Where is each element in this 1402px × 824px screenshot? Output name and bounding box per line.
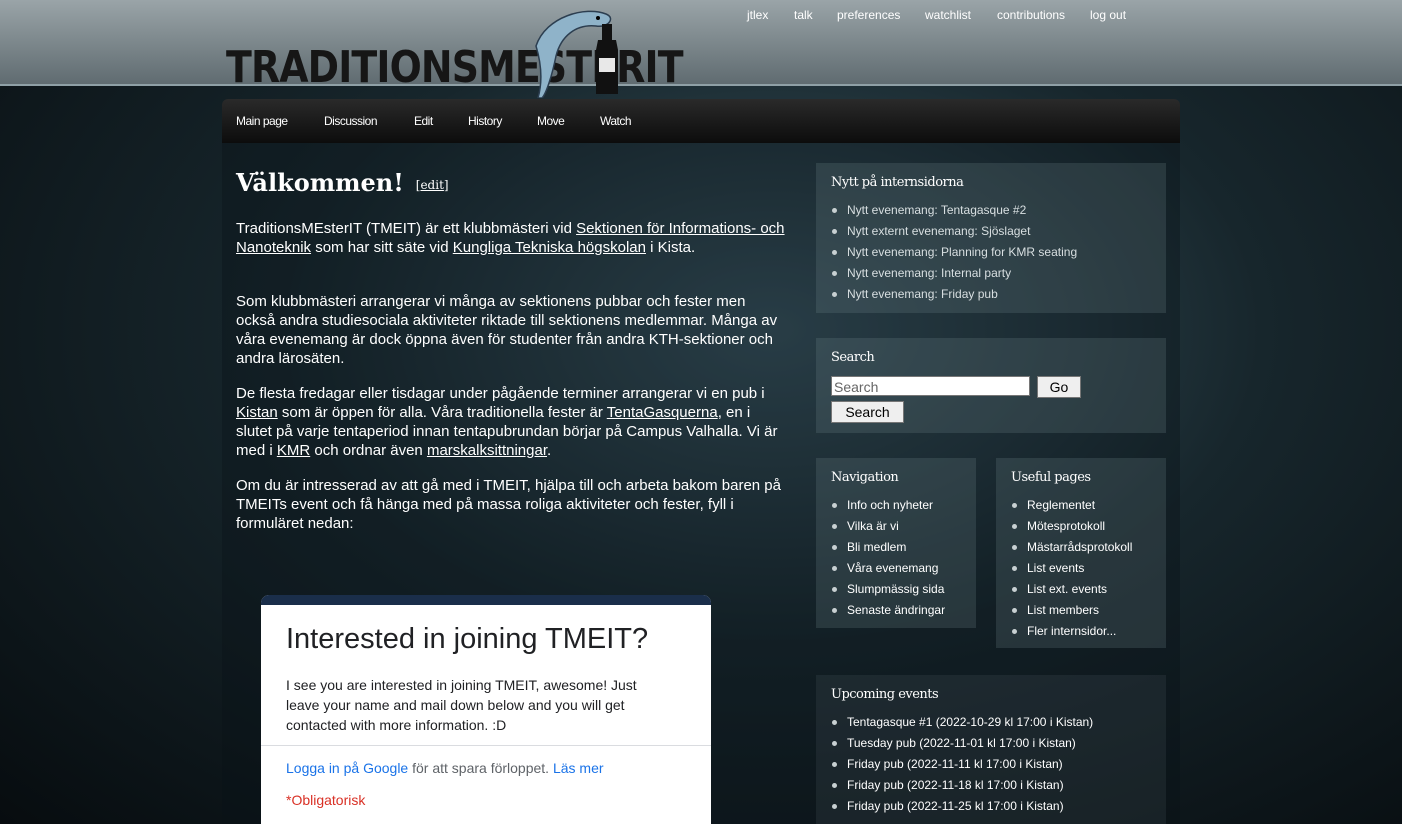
form-title: Interested in joining TMEIT? xyxy=(286,623,649,655)
link-kth[interactable]: Kungliga Tekniska högskolan xyxy=(453,239,646,256)
news-item[interactable]: Nytt evenemang: Tentagasque #2 xyxy=(831,200,1077,221)
upcoming-events-list: Tentagasque #1 (2022-10-29 kl 17:00 i Ki… xyxy=(831,712,1093,817)
search-box-title: Search xyxy=(831,350,875,365)
page-tabs-bar: Main page Discussion Edit History Move W… xyxy=(222,99,1180,143)
navigation-box: Navigation Info och nyheter Vilka är vi … xyxy=(816,458,976,628)
search-button[interactable]: Search xyxy=(831,401,904,423)
top-header-bar xyxy=(0,0,1402,85)
tab-watch[interactable]: Watch xyxy=(600,114,632,128)
user-link-preferences[interactable]: preferences xyxy=(837,8,900,22)
intro-text-1: TraditionsMEsterIT (TMEIT) är ett klubbm… xyxy=(236,220,577,237)
search-input[interactable]: Search xyxy=(831,376,1030,396)
news-item[interactable]: Nytt evenemang: Internal party xyxy=(831,263,1077,284)
news-item[interactable]: Nytt evenemang: Friday pub xyxy=(831,284,1077,305)
link-marskalksittningar[interactable]: marskalksittningar xyxy=(427,442,547,459)
nav-item-vilka[interactable]: Vilka är vi xyxy=(831,516,945,537)
user-link-logout[interactable]: log out xyxy=(1090,8,1126,22)
join-paragraph: Om du är intresserad av att gå med i TME… xyxy=(236,477,781,532)
news-list: Nytt evenemang: Tentagasque #2 Nytt exte… xyxy=(831,200,1077,305)
about-paragraph: Som klubbmästeri arrangerar vi många av … xyxy=(236,293,778,367)
user-link-talk[interactable]: talk xyxy=(794,8,813,22)
tab-main-page[interactable]: Main page xyxy=(236,114,288,128)
tab-edit[interactable]: Edit xyxy=(414,114,433,128)
navigation-list: Info och nyheter Vilka är vi Bli medlem … xyxy=(831,495,945,621)
event-item[interactable]: Tuesday pub (2022-11-01 kl 17:00 i Kista… xyxy=(831,733,1093,754)
go-button[interactable]: Go xyxy=(1037,376,1081,398)
tab-history[interactable]: History xyxy=(468,114,502,128)
nav-item-evenemang[interactable]: Våra evenemang xyxy=(831,558,945,579)
intro-text-3: i Kista. xyxy=(645,239,696,256)
intro-paragraph: TraditionsMEsterIT (TMEIT) är ett klubbm… xyxy=(236,219,788,257)
news-item[interactable]: Nytt externt evenemang: Sjöslaget xyxy=(831,221,1077,242)
news-item[interactable]: Nytt evenemang: Planning for KMR seating xyxy=(831,242,1077,263)
pub-text-1: De flesta fredagar eller tisdagar under … xyxy=(236,385,765,402)
google-form-embed: Interested in joining TMEIT? I see you a… xyxy=(261,595,711,824)
tab-discussion[interactable]: Discussion xyxy=(324,114,378,128)
useful-pages-list: Reglementet Mötesprotokoll Mästarrådspro… xyxy=(1011,495,1132,642)
main-content: Välkommen! [edit] TraditionsMEsterIT (TME… xyxy=(236,168,788,532)
google-login-link[interactable]: Logga in på Google xyxy=(286,760,408,776)
news-box-title: Nytt på internsidorna xyxy=(831,175,964,190)
form-divider xyxy=(261,745,711,746)
useful-pages-title: Useful pages xyxy=(1011,470,1091,485)
required-note: *Obligatorisk xyxy=(286,792,366,808)
form-header-stripe xyxy=(261,595,711,605)
form-description: I see you are interested in joining TMEI… xyxy=(286,677,637,733)
pub-text-5: . xyxy=(547,442,552,459)
nav-item-senaste[interactable]: Senaste ändringar xyxy=(831,600,945,621)
page-title: Välkommen! [edit] xyxy=(236,168,788,197)
upcoming-events-title: Upcoming events xyxy=(831,687,939,702)
upcoming-events-box: Upcoming events Tentagasque #1 (2022-10-… xyxy=(816,675,1166,824)
event-item[interactable]: Tentagasque #1 (2022-10-29 kl 17:00 i Ki… xyxy=(831,712,1093,733)
edit-section: [edit] xyxy=(415,177,449,192)
tab-move[interactable]: Move xyxy=(537,114,565,128)
link-kistan[interactable]: Kistan xyxy=(236,404,278,421)
useful-item-mastarradsprotokoll[interactable]: Mästarrådsprotokoll xyxy=(1011,537,1132,558)
pub-paragraph: De flesta fredagar eller tisdagar under … xyxy=(236,384,788,460)
edit-section-link[interactable]: edit xyxy=(420,178,443,192)
useful-item-reglementet[interactable]: Reglementet xyxy=(1011,495,1132,516)
user-link-contributions[interactable]: contributions xyxy=(997,8,1065,22)
search-box: Search Search Go Search xyxy=(816,338,1166,433)
useful-item-list-ext-events[interactable]: List ext. events xyxy=(1011,579,1132,600)
pub-text-2: som är öppen för alla. Våra traditionell… xyxy=(277,404,607,421)
nav-item-info[interactable]: Info och nyheter xyxy=(831,495,945,516)
intro-text-2: som har sitt säte vid xyxy=(311,239,453,256)
link-kmr[interactable]: KMR xyxy=(277,442,310,459)
navigation-title: Navigation xyxy=(831,470,899,485)
form-login-text: för att spara förloppet. xyxy=(408,760,553,776)
link-tentagasquerna[interactable]: TentaGasquerna xyxy=(607,404,718,421)
nav-item-bli-medlem[interactable]: Bli medlem xyxy=(831,537,945,558)
news-box: Nytt på internsidorna Nytt evenemang: Te… xyxy=(816,163,1166,313)
form-login-line: Logga in på Google för att spara förlopp… xyxy=(286,760,604,776)
pub-text-4: och ordnar även xyxy=(310,442,427,459)
page-title-text: Välkommen! xyxy=(236,168,404,197)
event-item[interactable]: Friday pub (2022-11-18 kl 17:00 i Kistan… xyxy=(831,775,1093,796)
user-link-username[interactable]: jtlex xyxy=(747,8,768,22)
useful-item-list-events[interactable]: List events xyxy=(1011,558,1132,579)
seal-bottle-logo-art xyxy=(535,10,618,98)
user-link-watchlist[interactable]: watchlist xyxy=(925,8,971,22)
nav-item-slumpmassig[interactable]: Slumpmässig sida xyxy=(831,579,945,600)
header-divider xyxy=(0,84,1402,86)
useful-item-motesprotokoll[interactable]: Mötesprotokoll xyxy=(1011,516,1132,537)
site-logo[interactable]: TRADITIONSMESTERIT xyxy=(226,6,684,98)
read-more-link[interactable]: Läs mer xyxy=(553,760,604,776)
useful-item-fler[interactable]: Fler internsidor... xyxy=(1011,621,1132,642)
useful-pages-box: Useful pages Reglementet Mötesprotokoll … xyxy=(996,458,1166,648)
event-item[interactable]: Friday pub (2022-11-11 kl 17:00 i Kistan… xyxy=(831,754,1093,775)
event-item[interactable]: Friday pub (2022-11-25 kl 17:00 i Kistan… xyxy=(831,796,1093,817)
useful-item-list-members[interactable]: List members xyxy=(1011,600,1132,621)
